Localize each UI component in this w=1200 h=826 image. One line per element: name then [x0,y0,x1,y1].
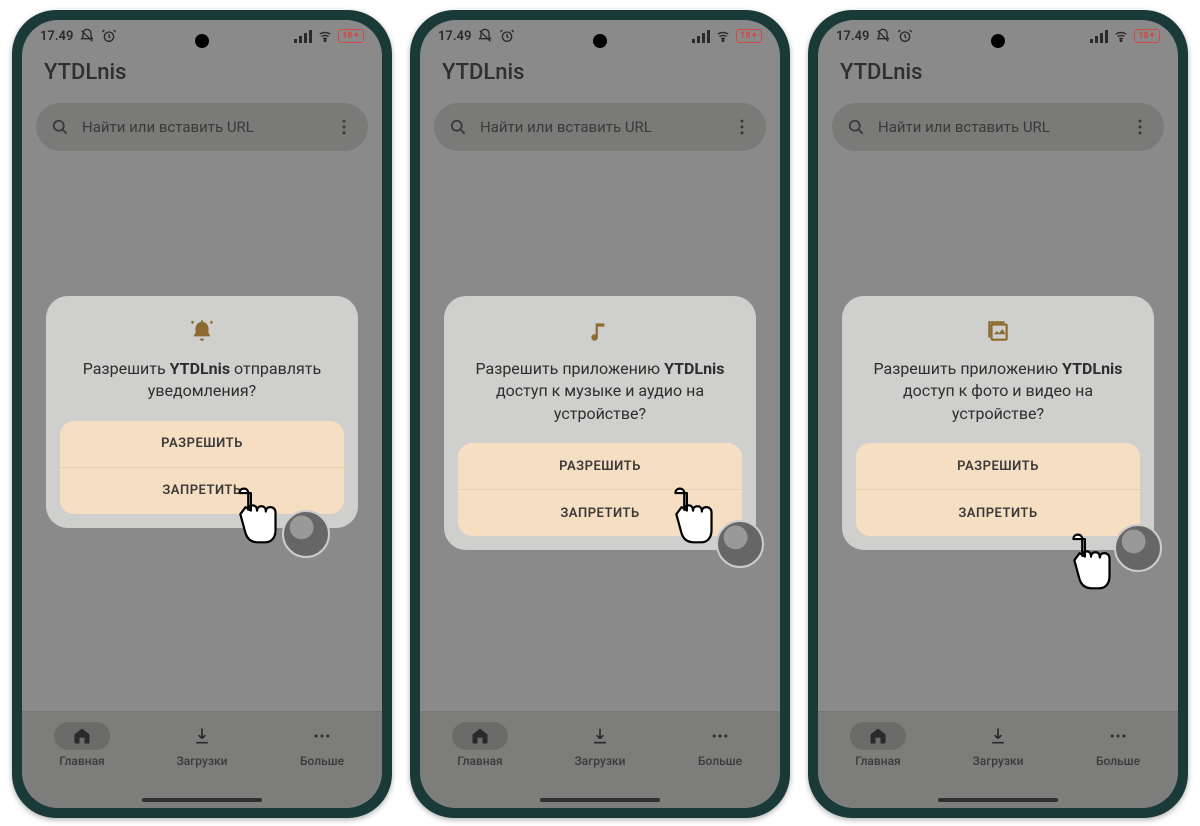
search-bar[interactable]: Найти или вставить URL [832,103,1164,151]
phone-screen: 17.49 18✦ YTDLnis Найти или вставить URL [420,20,780,808]
nav-more[interactable]: Больше [277,722,367,768]
alarm-icon [499,28,515,44]
phone-screen: 17.49 18✦ YTDLnis Найти или вставить URL [818,20,1178,808]
deny-button[interactable]: ЗАПРЕТИТЬ [856,489,1140,536]
user-avatar [282,510,330,558]
photo-icon [856,318,1140,344]
nav-more-label: Больше [300,754,344,768]
dialog-buttons: РАЗРЕШИТЬ ЗАПРЕТИТЬ [458,443,742,536]
gesture-bar [142,798,262,802]
allow-button[interactable]: РАЗРЕШИТЬ [60,421,344,467]
allow-button[interactable]: РАЗРЕШИТЬ [856,443,1140,489]
signal-icon [294,29,312,43]
status-time: 17.49 [836,29,869,44]
search-icon [846,117,866,137]
dialog-buttons: РАЗРЕШИТЬ ЗАПРЕТИТЬ [60,421,344,514]
mute-icon [477,28,493,44]
bottom-nav: Главная Загрузки Больше [420,711,780,808]
search-bar[interactable]: Найти или вставить URL [434,103,766,151]
download-icon [192,726,212,746]
nav-home-label: Главная [855,754,900,768]
wifi-icon [1112,29,1130,43]
status-time: 17.49 [40,29,73,44]
mute-icon [875,28,891,44]
nav-more-label: Больше [698,754,742,768]
nav-home-label: Главная [59,754,104,768]
alarm-icon [101,28,117,44]
signal-icon [692,29,710,43]
nav-downloads[interactable]: Загрузки [555,722,645,768]
nav-home[interactable]: Главная [833,722,923,768]
nav-more[interactable]: Больше [675,722,765,768]
phone-frame: 17.49 18✦ YTDLnis Найти или вставить URL [808,10,1188,818]
dots-icon [312,726,332,746]
dots-icon [710,726,730,746]
nav-home-label: Главная [457,754,502,768]
search-placeholder: Найти или вставить URL [878,118,1050,136]
wifi-icon [316,29,334,43]
dialog-message: Разрешить YTDLnis отправлять уведомления… [70,358,334,403]
gesture-bar [540,798,660,802]
signal-icon [1090,29,1108,43]
bottom-nav: Главная Загрузки Больше [818,711,1178,808]
permission-dialog: Разрешить приложению YTDLnis доступ к му… [444,296,756,550]
download-icon [988,726,1008,746]
phone-frame: 17.49 18✦ YTDLnis Найти или вставить URL [12,10,392,818]
allow-button[interactable]: РАЗРЕШИТЬ [458,443,742,489]
more-vertical-icon[interactable] [1130,117,1150,137]
alarm-icon [897,28,913,44]
deny-button[interactable]: ЗАПРЕТИТЬ [60,467,344,514]
dialog-message: Разрешить приложению YTDLnis доступ к му… [468,358,732,425]
home-icon [72,726,92,746]
app-title: YTDLnis [420,48,780,103]
home-icon [868,726,888,746]
battery-badge: 18✦ [736,29,762,43]
home-icon [470,726,490,746]
search-bar[interactable]: Найти или вставить URL [36,103,368,151]
mute-icon [79,28,95,44]
dialog-buttons: РАЗРЕШИТЬ ЗАПРЕТИТЬ [856,443,1140,536]
gesture-bar [938,798,1058,802]
camera-notch [195,34,209,48]
music-icon [458,318,742,344]
camera-notch [593,34,607,48]
app-title: YTDLnis [818,48,1178,103]
camera-notch [991,34,1005,48]
battery-badge: 18✦ [338,29,364,43]
search-placeholder: Найти или вставить URL [82,118,254,136]
more-vertical-icon[interactable] [732,117,752,137]
bell-icon [60,318,344,344]
nav-more-label: Больше [1096,754,1140,768]
dots-icon [1108,726,1128,746]
download-icon [590,726,610,746]
nav-more[interactable]: Больше [1073,722,1163,768]
search-icon [448,117,468,137]
nav-downloads-label: Загрузки [575,754,626,768]
deny-button[interactable]: ЗАПРЕТИТЬ [458,489,742,536]
battery-badge: 18✦ [1134,29,1160,43]
phone-screen: 17.49 18✦ YTDLnis Найти или вставить URL [22,20,382,808]
user-avatar [1114,524,1162,572]
status-time: 17.49 [438,29,471,44]
nav-downloads-label: Загрузки [177,754,228,768]
nav-downloads[interactable]: Загрузки [157,722,247,768]
app-title: YTDLnis [22,48,382,103]
permission-dialog: Разрешить приложению YTDLnis доступ к фо… [842,296,1154,550]
wifi-icon [714,29,732,43]
nav-downloads-label: Загрузки [973,754,1024,768]
nav-downloads[interactable]: Загрузки [953,722,1043,768]
search-placeholder: Найти или вставить URL [480,118,652,136]
permission-dialog: Разрешить YTDLnis отправлять уведомления… [46,296,358,528]
phone-frame: 17.49 18✦ YTDLnis Найти или вставить URL [410,10,790,818]
dialog-message: Разрешить приложению YTDLnis доступ к фо… [866,358,1130,425]
nav-home[interactable]: Главная [435,722,525,768]
nav-home[interactable]: Главная [37,722,127,768]
search-icon [50,117,70,137]
user-avatar [716,520,764,568]
bottom-nav: Главная Загрузки Больше [22,711,382,808]
more-vertical-icon[interactable] [334,117,354,137]
